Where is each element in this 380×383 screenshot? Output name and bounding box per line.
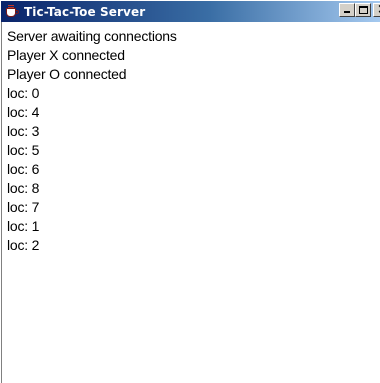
log-line: loc: 1 [7, 218, 40, 234]
log-line: loc: 4 [7, 104, 40, 120]
minimize-button[interactable] [339, 3, 355, 17]
log-line: loc: 3 [7, 123, 40, 139]
log-line: Player O connected [7, 66, 127, 82]
maximize-icon [359, 6, 368, 14]
log-line: loc: 7 [7, 199, 40, 215]
log-line: loc: 6 [7, 161, 40, 177]
log-line: loc: 0 [7, 85, 40, 101]
close-button[interactable]: × [373, 2, 380, 17]
log-line: Player X connected [7, 47, 125, 63]
java-cup-icon[interactable] [5, 4, 19, 19]
maximize-button[interactable] [355, 3, 371, 17]
log-line: Server awaiting connections [7, 28, 177, 44]
window-title: Tic-Tac-Toe Server [24, 4, 146, 19]
server-log-area[interactable]: Server awaiting connections Player X con… [1, 22, 380, 383]
log-line: loc: 2 [7, 237, 40, 253]
log-line: loc: 5 [7, 142, 40, 158]
window-controls: × [339, 2, 380, 17]
server-window: Tic-Tac-Toe Server × Server awaiting con… [0, 0, 380, 383]
log-line: loc: 8 [7, 180, 40, 196]
minimize-icon [344, 11, 350, 13]
title-bar[interactable]: Tic-Tac-Toe Server × [1, 1, 380, 22]
